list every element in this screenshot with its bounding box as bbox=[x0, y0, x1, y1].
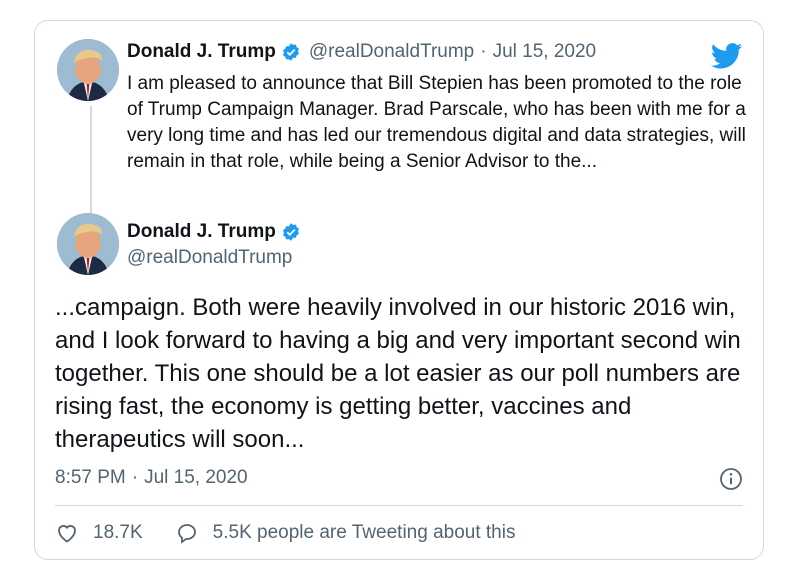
tweeting-about-button[interactable]: 5.5K people are Tweeting about this bbox=[175, 521, 516, 545]
like-button[interactable]: 18.7K bbox=[55, 521, 143, 545]
main-author-handle[interactable]: @realDonaldTrump bbox=[127, 247, 292, 269]
tweet-timestamp[interactable]: 8:57 PM · Jul 15, 2020 bbox=[55, 467, 248, 489]
main-author-name-row: Donald J. Trump bbox=[127, 221, 301, 243]
like-count: 18.7K bbox=[93, 522, 143, 543]
quoted-tweet-text: I am pleased to announce that Bill Stepi… bbox=[127, 73, 746, 172]
tweet-time[interactable]: 8:57 PM bbox=[55, 467, 126, 489]
tweet-date[interactable]: Jul 15, 2020 bbox=[144, 467, 248, 489]
quoted-date[interactable]: Jul 15, 2020 bbox=[493, 41, 597, 63]
verified-badge-icon bbox=[282, 43, 299, 61]
twitter-bird-icon[interactable] bbox=[711, 43, 743, 69]
tweet-embed-card: Donald J. Trump @realDonaldTrump · Jul 1… bbox=[34, 20, 764, 560]
heart-icon bbox=[58, 525, 76, 543]
quoted-author-avatar[interactable] bbox=[57, 39, 119, 101]
main-author-name[interactable]: Donald J. Trump bbox=[127, 221, 276, 243]
main-author-handle-row: @realDonaldTrump bbox=[127, 247, 292, 269]
quoted-author-handle[interactable]: @realDonaldTrump bbox=[309, 41, 474, 63]
quoted-separator: · bbox=[480, 41, 487, 62]
main-author-avatar[interactable] bbox=[57, 213, 119, 275]
verified-badge-icon bbox=[282, 223, 299, 241]
main-tweet-text: ...campaign. Both were heavily involved … bbox=[55, 294, 741, 453]
speech-bubble-icon bbox=[177, 524, 196, 544]
timestamp-separator: · bbox=[131, 467, 139, 488]
quoted-header: Donald J. Trump @realDonaldTrump · Jul 1… bbox=[127, 41, 596, 63]
tweet-actions: 18.7K 5.5K people are Tweeting about thi… bbox=[55, 521, 515, 545]
tweeting-about-label: 5.5K people are Tweeting about this bbox=[212, 522, 516, 543]
info-icon[interactable] bbox=[719, 467, 743, 491]
thread-connector-line bbox=[90, 106, 92, 219]
divider bbox=[55, 505, 743, 506]
quoted-author-name[interactable]: Donald J. Trump bbox=[127, 41, 276, 63]
